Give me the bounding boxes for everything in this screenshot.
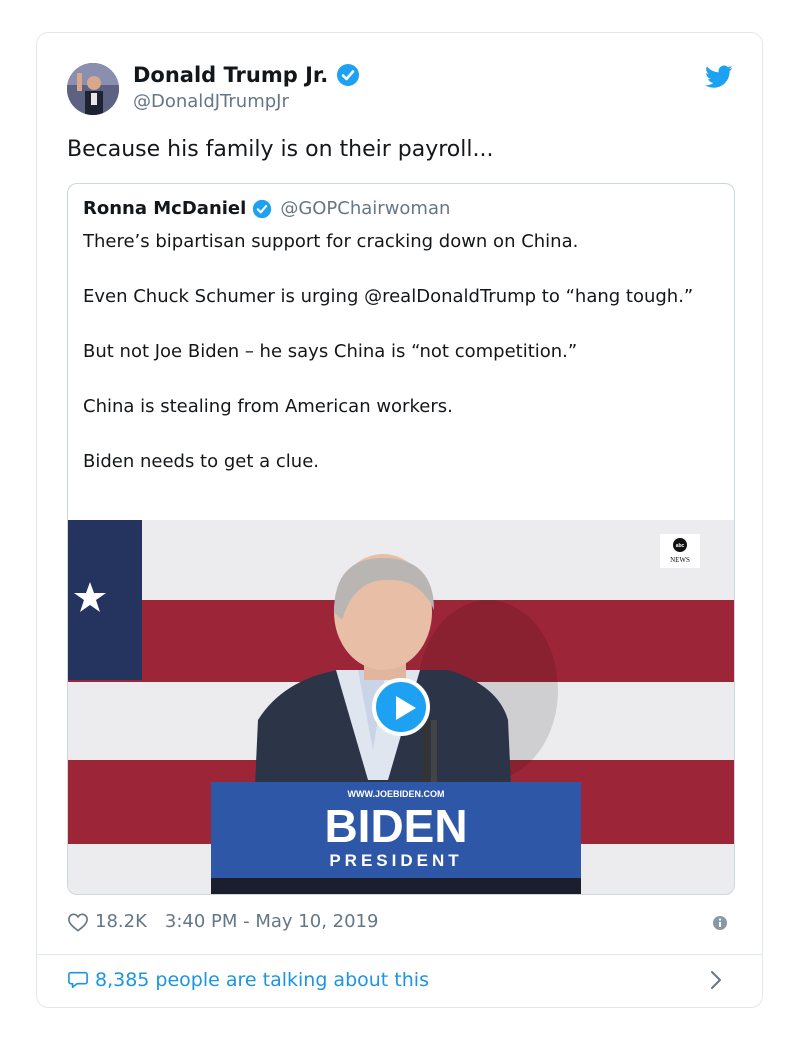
quote-author-handle[interactable]: @GOPChairwoman: [280, 198, 450, 219]
talking-count: 8,385 people are talking about this: [95, 969, 429, 991]
quote-paragraph: There’s bipartisan support for cracking …: [83, 231, 579, 252]
conversation-link[interactable]: 8,385 people are talking about this: [67, 969, 429, 991]
author-name[interactable]: Donald Trump Jr.: [133, 63, 328, 87]
comment-icon: [67, 970, 89, 990]
info-icon[interactable]: [712, 915, 728, 935]
divider: [37, 954, 762, 955]
podium-sub: PRESIDENT: [329, 851, 462, 870]
timestamp[interactable]: 3:40 PM - May 10, 2019: [165, 911, 379, 932]
video-player[interactable]: WWW.JOEBIDEN.COM BIDEN PRESIDENT abc NEW…: [68, 520, 734, 894]
verified-badge-icon: [252, 199, 272, 219]
verified-badge-icon: [336, 63, 360, 87]
quote-paragraph: Even Chuck Schumer is urging @realDonald…: [83, 286, 694, 307]
play-button[interactable]: [372, 678, 430, 736]
quote-paragraph: But not Joe Biden – he says China is “no…: [83, 341, 578, 362]
twitter-bird-icon[interactable]: [705, 65, 733, 93]
like-count: 18.2K: [95, 911, 147, 932]
quote-paragraph: Biden needs to get a clue.: [83, 451, 319, 472]
author-handle[interactable]: @DonaldJTrumpJr: [133, 91, 289, 112]
tweet-text: Because his family is on their payroll..…: [67, 137, 494, 162]
quoted-tweet[interactable]: Ronna McDaniel @GOPChairwoman There’s bi…: [67, 183, 735, 895]
heart-icon: [67, 912, 89, 932]
avatar[interactable]: [67, 63, 119, 115]
news-label: NEWS: [670, 556, 690, 564]
podium-url: WWW.JOEBIDEN.COM: [348, 789, 445, 799]
podium-name: BIDEN: [324, 800, 467, 852]
abc-logo: abc: [676, 543, 685, 549]
tweet-embed-card: Donald Trump Jr. @DonaldJTrumpJr Because…: [36, 32, 763, 1008]
quote-author-name[interactable]: Ronna McDaniel: [83, 198, 246, 219]
chevron-right-icon[interactable]: [709, 969, 723, 995]
quote-text: There’s bipartisan support for cracking …: [83, 228, 723, 503]
like-button[interactable]: 18.2K: [67, 911, 147, 932]
quote-paragraph: China is stealing from American workers.: [83, 396, 453, 417]
